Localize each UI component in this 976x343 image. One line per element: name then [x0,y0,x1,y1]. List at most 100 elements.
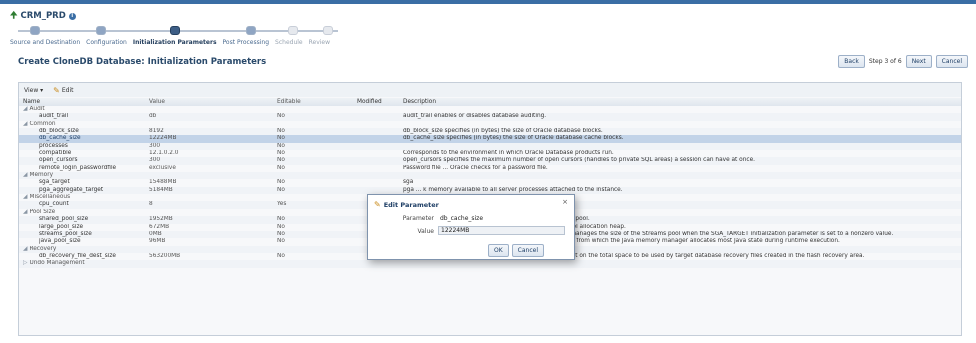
group-name[interactable]: ◢ Miscellaneous [23,194,143,201]
param-editable: Yes [277,201,287,208]
ok-button[interactable]: OK [488,244,509,257]
group-row[interactable]: ◢ Audit [19,106,961,113]
param-value: 672MB [149,223,170,230]
pencil-icon: ✎ [374,200,381,209]
step-review: Review [308,39,331,46]
table-row[interactable]: compatible 12.1.0.2.0 No Corresponds to the… [19,150,961,157]
view-menu[interactable]: View ▾ [24,87,43,94]
table-row[interactable]: remote_login_passwordfile exclusive No Pass… [19,165,961,172]
param-name: db_block_size [39,128,79,135]
close-icon[interactable]: × [562,198,568,206]
collapse-icon[interactable]: ◢ [23,209,27,215]
collapse-icon[interactable]: ◢ [23,194,27,200]
group-name[interactable]: ◢ Memory [23,172,143,179]
param-editable: No [277,135,285,142]
edit-parameter-dialog: ✎ Edit Parameter × Parameter db_cache_si… [367,194,575,260]
group-name[interactable]: ▷ Undo Management [23,260,143,267]
param-editable: No [277,164,285,171]
param-name: processes [39,142,68,149]
target-name[interactable]: CRM_PRD [20,11,65,21]
group-name[interactable]: ◢ Audit [23,106,143,113]
param-value: 15488MB [149,179,177,186]
step-source[interactable]: Source and Destination [10,39,80,46]
up-arrow-icon[interactable]: 🠉 [10,8,17,24]
info-icon[interactable]: i [68,12,76,20]
value-label: Value [417,228,434,235]
param-name: java_pool_size [39,238,81,245]
param-value: 5184MB [149,186,173,193]
train-stop-schedule [288,26,298,35]
param-value: 300 [149,157,161,164]
dialog-title: ✎ Edit Parameter [374,200,439,209]
param-editable: No [277,157,285,164]
col-value[interactable]: Value [149,98,269,106]
param-editable: No [277,150,285,157]
train-stop-source[interactable] [30,26,40,35]
parameter-label: Parameter [402,215,434,222]
parameter-value: db_cache_size [440,215,484,222]
dialog-buttons: OK Cancel [488,244,544,257]
next-button[interactable]: Next [905,55,932,68]
group-row[interactable]: ▷ Undo Management [19,260,961,268]
train-stop-post-processing[interactable] [246,26,256,35]
top-accent-bar [0,0,976,4]
collapse-icon[interactable]: ◢ [23,172,27,178]
group-label: Common [29,120,56,127]
step-schedule: Schedule [275,39,303,46]
param-value: 8 [149,201,153,208]
table-row[interactable]: open_cursors 300 No open_cursors specifies … [19,157,961,165]
group-row[interactable]: ◢ Memory [19,172,961,180]
group-row[interactable]: ◢ Common [19,121,961,128]
col-name[interactable]: Name [23,98,143,106]
param-editable: No [277,230,285,237]
edit-label: Edit [61,86,74,94]
expand-icon[interactable]: ▷ [23,260,27,266]
param-editable: No [277,223,285,230]
param-editable: No [277,186,285,193]
col-modified[interactable]: Modified [357,98,407,106]
param-value: 0MB [149,230,162,237]
group-name[interactable]: ◢ Common [23,121,143,128]
param-description: sga [403,179,414,186]
group-name[interactable]: ◢ Recovery [23,246,143,253]
collapse-icon[interactable]: ◢ [23,246,27,252]
group-label: Undo Management [29,260,85,267]
collapse-icon[interactable]: ◢ [23,121,27,127]
param-name: db_recovery_file_dest_size [39,252,116,259]
train-stop-configuration[interactable] [96,26,106,35]
param-editable: No [277,216,285,223]
cancel-button[interactable]: Cancel [935,55,968,68]
table-row[interactable]: audit_trail db No audit_trail enables or di… [19,113,961,121]
edit-button[interactable]: ✎ Edit [53,86,73,95]
step-init-params: Initialization Parameters [132,39,217,46]
param-value: 8192 [149,128,164,135]
step-post-processing[interactable]: Post Processing [223,39,270,46]
param-description: audit_trail enables or disables database… [403,113,547,120]
wizard-steps: Source and Destination Configuration Ini… [10,39,330,46]
group-label: Pool Size [29,208,56,215]
col-description[interactable]: Description [403,98,959,106]
dialog-cancel-button[interactable]: Cancel [511,244,544,257]
param-value: db [149,113,157,120]
param-value: 300 [149,142,161,149]
table-row[interactable]: processes 300 No [19,142,961,151]
param-name: large_pool_size [39,223,84,230]
group-label: Recovery [29,245,57,252]
table-row[interactable]: db_cache_size 12224MB No db_cache_size spec… [19,135,961,143]
col-editable[interactable]: Editable [277,98,347,106]
param-value: 96MB [149,238,166,245]
table-row[interactable]: sga_target 15488MB No sga [19,179,961,186]
param-value: exclusive [149,164,176,171]
target-title: 🠉 CRM_PRD i [10,8,76,24]
step-configuration[interactable]: Configuration [86,39,127,46]
value-input[interactable] [438,226,565,235]
param-name: compatible [39,150,72,157]
back-button[interactable]: Back [838,55,865,68]
table-row[interactable]: db_block_size 8192 No db_block_size specifi… [19,128,961,136]
page-title: Create CloneDB Database: Initialization … [18,57,267,67]
param-editable: No [277,252,285,259]
collapse-icon[interactable]: ◢ [23,106,27,112]
param-editable: No [277,113,285,120]
group-name[interactable]: ◢ Pool Size [23,209,143,216]
param-description: Corresponds to the environment in which … [403,150,614,157]
